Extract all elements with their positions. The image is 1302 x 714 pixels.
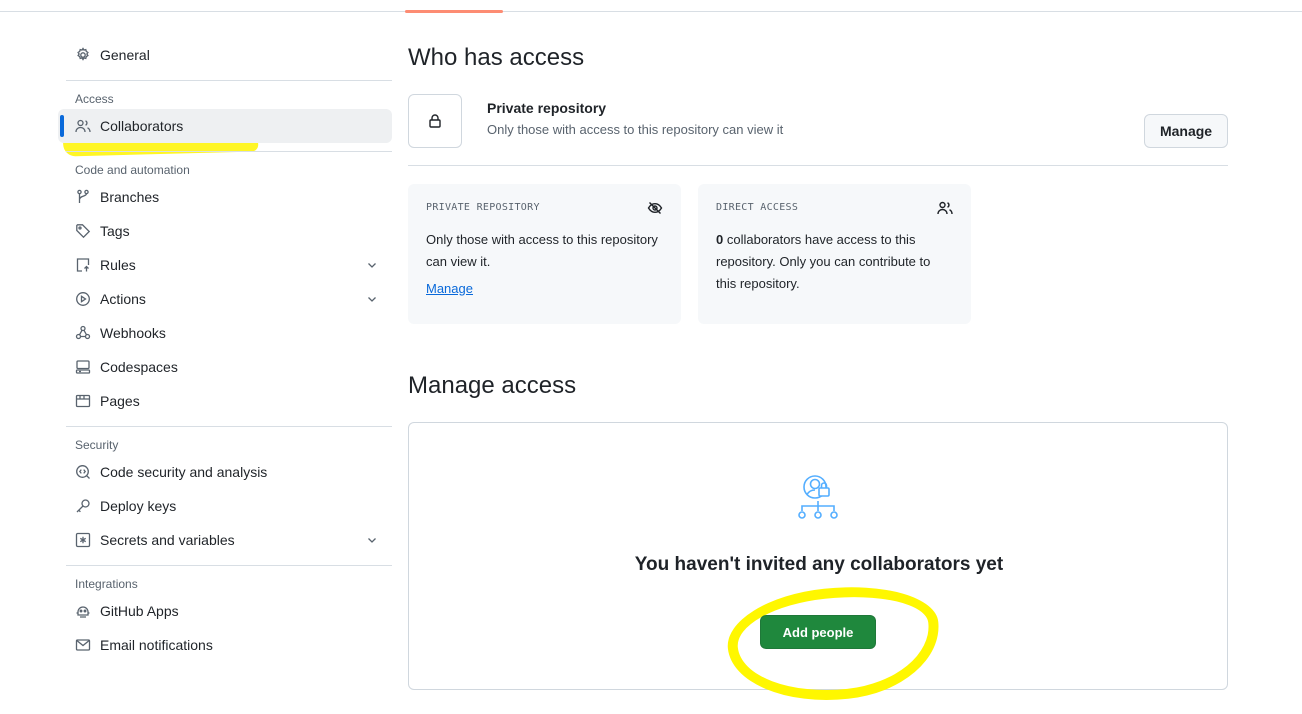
sidebar-item-label: Secrets and variables bbox=[100, 532, 235, 548]
repository-visibility-title: Private repository bbox=[487, 100, 607, 116]
sidebar-item-label: Tags bbox=[100, 223, 130, 239]
tag-icon bbox=[75, 223, 91, 239]
empty-state-title: You haven't invited any collaborators ye… bbox=[634, 554, 1004, 575]
card-body: Only those with access to this repositor… bbox=[426, 232, 658, 269]
manage-link[interactable]: Manage bbox=[426, 281, 473, 296]
play-circle-icon bbox=[75, 291, 91, 307]
sidebar-item-codespaces[interactable]: Codespaces bbox=[58, 350, 392, 384]
people-icon bbox=[75, 118, 91, 134]
branch-icon bbox=[75, 189, 91, 205]
card-body: 0 collaborators have access to this repo… bbox=[716, 229, 953, 295]
sidebar-item-label: Pages bbox=[100, 393, 140, 409]
direct-access-card: DIRECT ACCESS 0 collaborators have acces… bbox=[698, 184, 971, 324]
add-people-button[interactable]: Add people bbox=[760, 615, 876, 649]
lock-icon bbox=[408, 94, 462, 148]
webhook-icon bbox=[75, 325, 91, 341]
active-item-indicator bbox=[60, 115, 64, 137]
mail-icon bbox=[75, 637, 91, 653]
sidebar-item-actions[interactable]: Actions bbox=[58, 282, 392, 316]
repository-visibility-row: Private repository Only those with acces… bbox=[408, 94, 1228, 166]
who-has-access-heading: Who has access bbox=[408, 44, 585, 71]
selected-tab-indicator bbox=[405, 10, 503, 13]
sidebar-item-rules[interactable]: Rules bbox=[58, 248, 392, 282]
direct-access-text: collaborators have access to this reposi… bbox=[716, 232, 931, 291]
sidebar-item-webhooks[interactable]: Webhooks bbox=[58, 316, 392, 350]
sidebar-item-label: Rules bbox=[100, 257, 136, 273]
sidebar-item-label: Branches bbox=[100, 189, 160, 205]
sidebar-item-collaborators[interactable]: Collaborators bbox=[58, 109, 392, 143]
card-caption: DIRECT ACCESS bbox=[716, 202, 799, 213]
sidebar-item-label: Deploy keys bbox=[100, 498, 177, 514]
sidebar-section-access: Access bbox=[75, 92, 114, 106]
manage-access-box: You haven't invited any collaborators ye… bbox=[408, 422, 1228, 690]
sidebar-item-code-security[interactable]: Code security and analysis bbox=[58, 455, 392, 489]
sidebar-item-branches[interactable]: Branches bbox=[58, 180, 392, 214]
private-repository-card: PRIVATE REPOSITORY Only those with acces… bbox=[408, 184, 681, 324]
sidebar-item-github-apps[interactable]: GitHub Apps bbox=[58, 594, 392, 628]
settings-sidebar: General Access Collaborators Code and au… bbox=[58, 38, 392, 662]
person-lock-icon bbox=[791, 473, 845, 525]
asterisk-box-icon bbox=[75, 532, 91, 548]
sidebar-item-label: Code security and analysis bbox=[100, 464, 268, 480]
sidebar-item-label: Email notifications bbox=[100, 637, 213, 653]
codescan-icon bbox=[75, 464, 91, 480]
sidebar-item-label: GitHub Apps bbox=[100, 603, 179, 619]
sidebar-item-pages[interactable]: Pages bbox=[58, 384, 392, 418]
key-icon bbox=[75, 498, 91, 514]
gear-icon bbox=[75, 47, 91, 63]
eye-closed-icon bbox=[647, 200, 663, 216]
sidebar-item-secrets[interactable]: Secrets and variables bbox=[58, 523, 392, 557]
manage-access-heading: Manage access bbox=[408, 372, 577, 399]
sidebar-item-deploy-keys[interactable]: Deploy keys bbox=[58, 489, 392, 523]
sidebar-item-label: Webhooks bbox=[100, 325, 166, 341]
codespaces-icon bbox=[75, 359, 91, 375]
card-caption: PRIVATE REPOSITORY bbox=[426, 202, 540, 213]
browser-icon bbox=[75, 393, 91, 409]
sidebar-item-label: Codespaces bbox=[100, 359, 178, 375]
top-navigation-bar bbox=[0, 0, 1302, 13]
chevron-down-icon[interactable] bbox=[366, 292, 378, 304]
sidebar-item-email-notifications[interactable]: Email notifications bbox=[58, 628, 392, 662]
sidebar-item-label: Collaborators bbox=[100, 118, 184, 134]
chevron-down-icon[interactable] bbox=[366, 258, 378, 270]
sidebar-item-label: Actions bbox=[100, 291, 146, 307]
people-icon bbox=[937, 200, 953, 216]
repository-visibility-description: Only those with access to this repositor… bbox=[487, 122, 784, 137]
sidebar-section-code-automation: Code and automation bbox=[75, 163, 190, 177]
rules-icon bbox=[75, 257, 91, 273]
github-apps-icon bbox=[75, 603, 91, 619]
sidebar-item-tags[interactable]: Tags bbox=[58, 214, 392, 248]
sidebar-item-general[interactable]: General bbox=[58, 38, 392, 72]
manage-visibility-button[interactable]: Manage bbox=[1144, 114, 1228, 148]
chevron-down-icon[interactable] bbox=[366, 533, 378, 545]
sidebar-section-integrations: Integrations bbox=[75, 577, 138, 591]
sidebar-section-security: Security bbox=[75, 438, 119, 452]
sidebar-item-label: General bbox=[100, 47, 150, 63]
